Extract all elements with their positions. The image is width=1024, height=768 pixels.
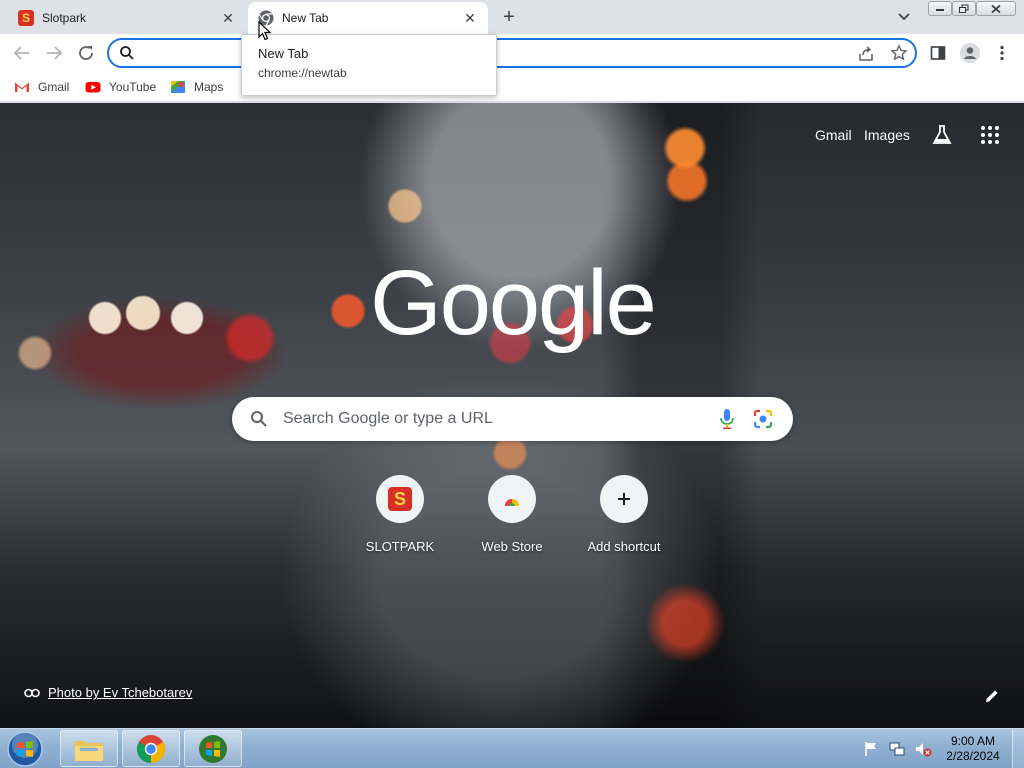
shortcut-add[interactable]: Add shortcut [568,475,680,565]
shortcut-web-store[interactable]: Web Store [456,475,568,565]
restore-icon [959,4,969,13]
close-icon[interactable]: ✕ [462,10,478,26]
chrome-icon [137,734,165,763]
hover-card-url: chrome://newtab [258,66,347,80]
youtube-icon [85,82,101,93]
google-logo: Google [370,252,657,354]
clock-date: 2/28/2024 [946,749,1000,763]
tab-hover-card: New Tab chrome://newtab [241,34,497,96]
tab-title: Slotpark [42,11,87,25]
google-apps-grid-icon[interactable] [980,125,1000,145]
gmail-icon [15,82,29,92]
shortcut-icon-tile: S [376,475,424,523]
show-desktop-button[interactable] [1012,729,1024,768]
window-minimize-button[interactable] [928,1,952,16]
close-icon [991,4,1001,13]
tab-slotpark[interactable]: S Slotpark ✕ [8,2,246,34]
back-arrow-icon [13,46,29,60]
ntp-gmail-link[interactable]: Gmail [815,127,852,143]
bookmark-maps[interactable]: Maps [170,76,223,98]
shortcut-icon-tile [600,475,648,523]
bookmark-label: YouTube [109,80,157,94]
minimize-icon [936,8,944,11]
kebab-menu-icon [1000,45,1004,61]
search-icon [251,411,267,427]
maps-icon [171,81,185,93]
new-tab-page: Gmail Images Google Search Google or typ… [0,103,1024,728]
browser-toolbar [0,34,1024,72]
action-center-flag-icon[interactable] [862,740,880,758]
ntp-search-box[interactable]: Search Google or type a URL [232,397,793,441]
windows-taskbar: 9:00 AM 2/28/2024 [0,728,1024,768]
web-store-icon [503,495,521,507]
bookmark-gmail[interactable]: Gmail [14,76,69,98]
forward-arrow-icon [47,46,63,60]
folder-icon [75,740,103,761]
avatar-icon [960,43,980,63]
share-icon[interactable] [857,45,875,63]
bookmark-youtube[interactable]: YouTube [85,76,156,98]
new-tab-button[interactable]: + [497,6,521,30]
system-tray [862,739,940,759]
slotpark-s-icon: S [388,487,412,511]
side-panel-icon [930,46,946,60]
shortcut-label: Add shortcut [587,539,661,554]
profile-button[interactable] [959,42,981,64]
taskbar-windows-app[interactable] [184,730,242,767]
link-icon [24,688,40,697]
tab-new-tab[interactable]: New Tab ✕ [248,2,488,34]
reload-button[interactable] [74,41,98,65]
shortcut-label: Web Store [481,539,543,554]
forward-button[interactable] [42,41,66,65]
bookmark-label: Maps [194,80,224,94]
window-close-button[interactable] [976,1,1016,16]
bookmark-star-icon[interactable] [890,44,908,62]
bookmarks-bar: Gmail YouTube Maps [0,72,1024,102]
volume-muted-icon[interactable] [914,740,932,758]
taskbar-chrome[interactable] [122,730,180,767]
slotpark-s-icon: S [18,10,34,26]
window-restore-button[interactable] [952,1,976,16]
side-panel-button[interactable] [927,42,949,64]
bookmark-label: Gmail [38,80,70,94]
pencil-icon[interactable] [982,686,1002,706]
plus-icon [618,493,630,505]
shortcut-icon-tile [488,475,536,523]
mouse-cursor-icon [258,21,272,41]
tab-strip: S Slotpark ✕ New Tab ✕ + [0,0,1024,34]
photo-credit-link[interactable]: Photo by Ev Tchebotarev [24,685,192,700]
address-bar[interactable] [107,38,917,68]
taskbar-explorer[interactable] [60,730,118,767]
taskbar-clock[interactable]: 9:00 AM 2/28/2024 [942,734,1004,764]
chrome-menu-button[interactable] [991,42,1013,64]
network-icon[interactable] [888,740,906,758]
search-placeholder: Search Google or type a URL [283,410,493,427]
labs-flask-icon[interactable] [930,123,954,147]
google-lens-icon[interactable] [752,408,774,430]
tab-title: New Tab [282,11,329,25]
ntp-images-link[interactable]: Images [864,127,910,143]
chevron-down-icon[interactable] [894,8,914,26]
reload-icon [79,46,93,60]
close-icon[interactable]: ✕ [220,10,236,26]
clock-time: 9:00 AM [950,734,996,748]
back-button[interactable] [10,41,34,65]
search-icon [120,46,134,60]
shortcut-slotpark[interactable]: S SLOTPARK [344,475,456,565]
photo-credit-text: Photo by Ev Tchebotarev [48,685,193,700]
hover-card-title: New Tab [258,46,309,61]
microphone-icon[interactable] [717,408,737,430]
shortcut-label: SLOTPARK [365,539,435,554]
windows-start-orb-icon[interactable] [6,730,44,768]
windows-logo-icon [199,734,227,763]
